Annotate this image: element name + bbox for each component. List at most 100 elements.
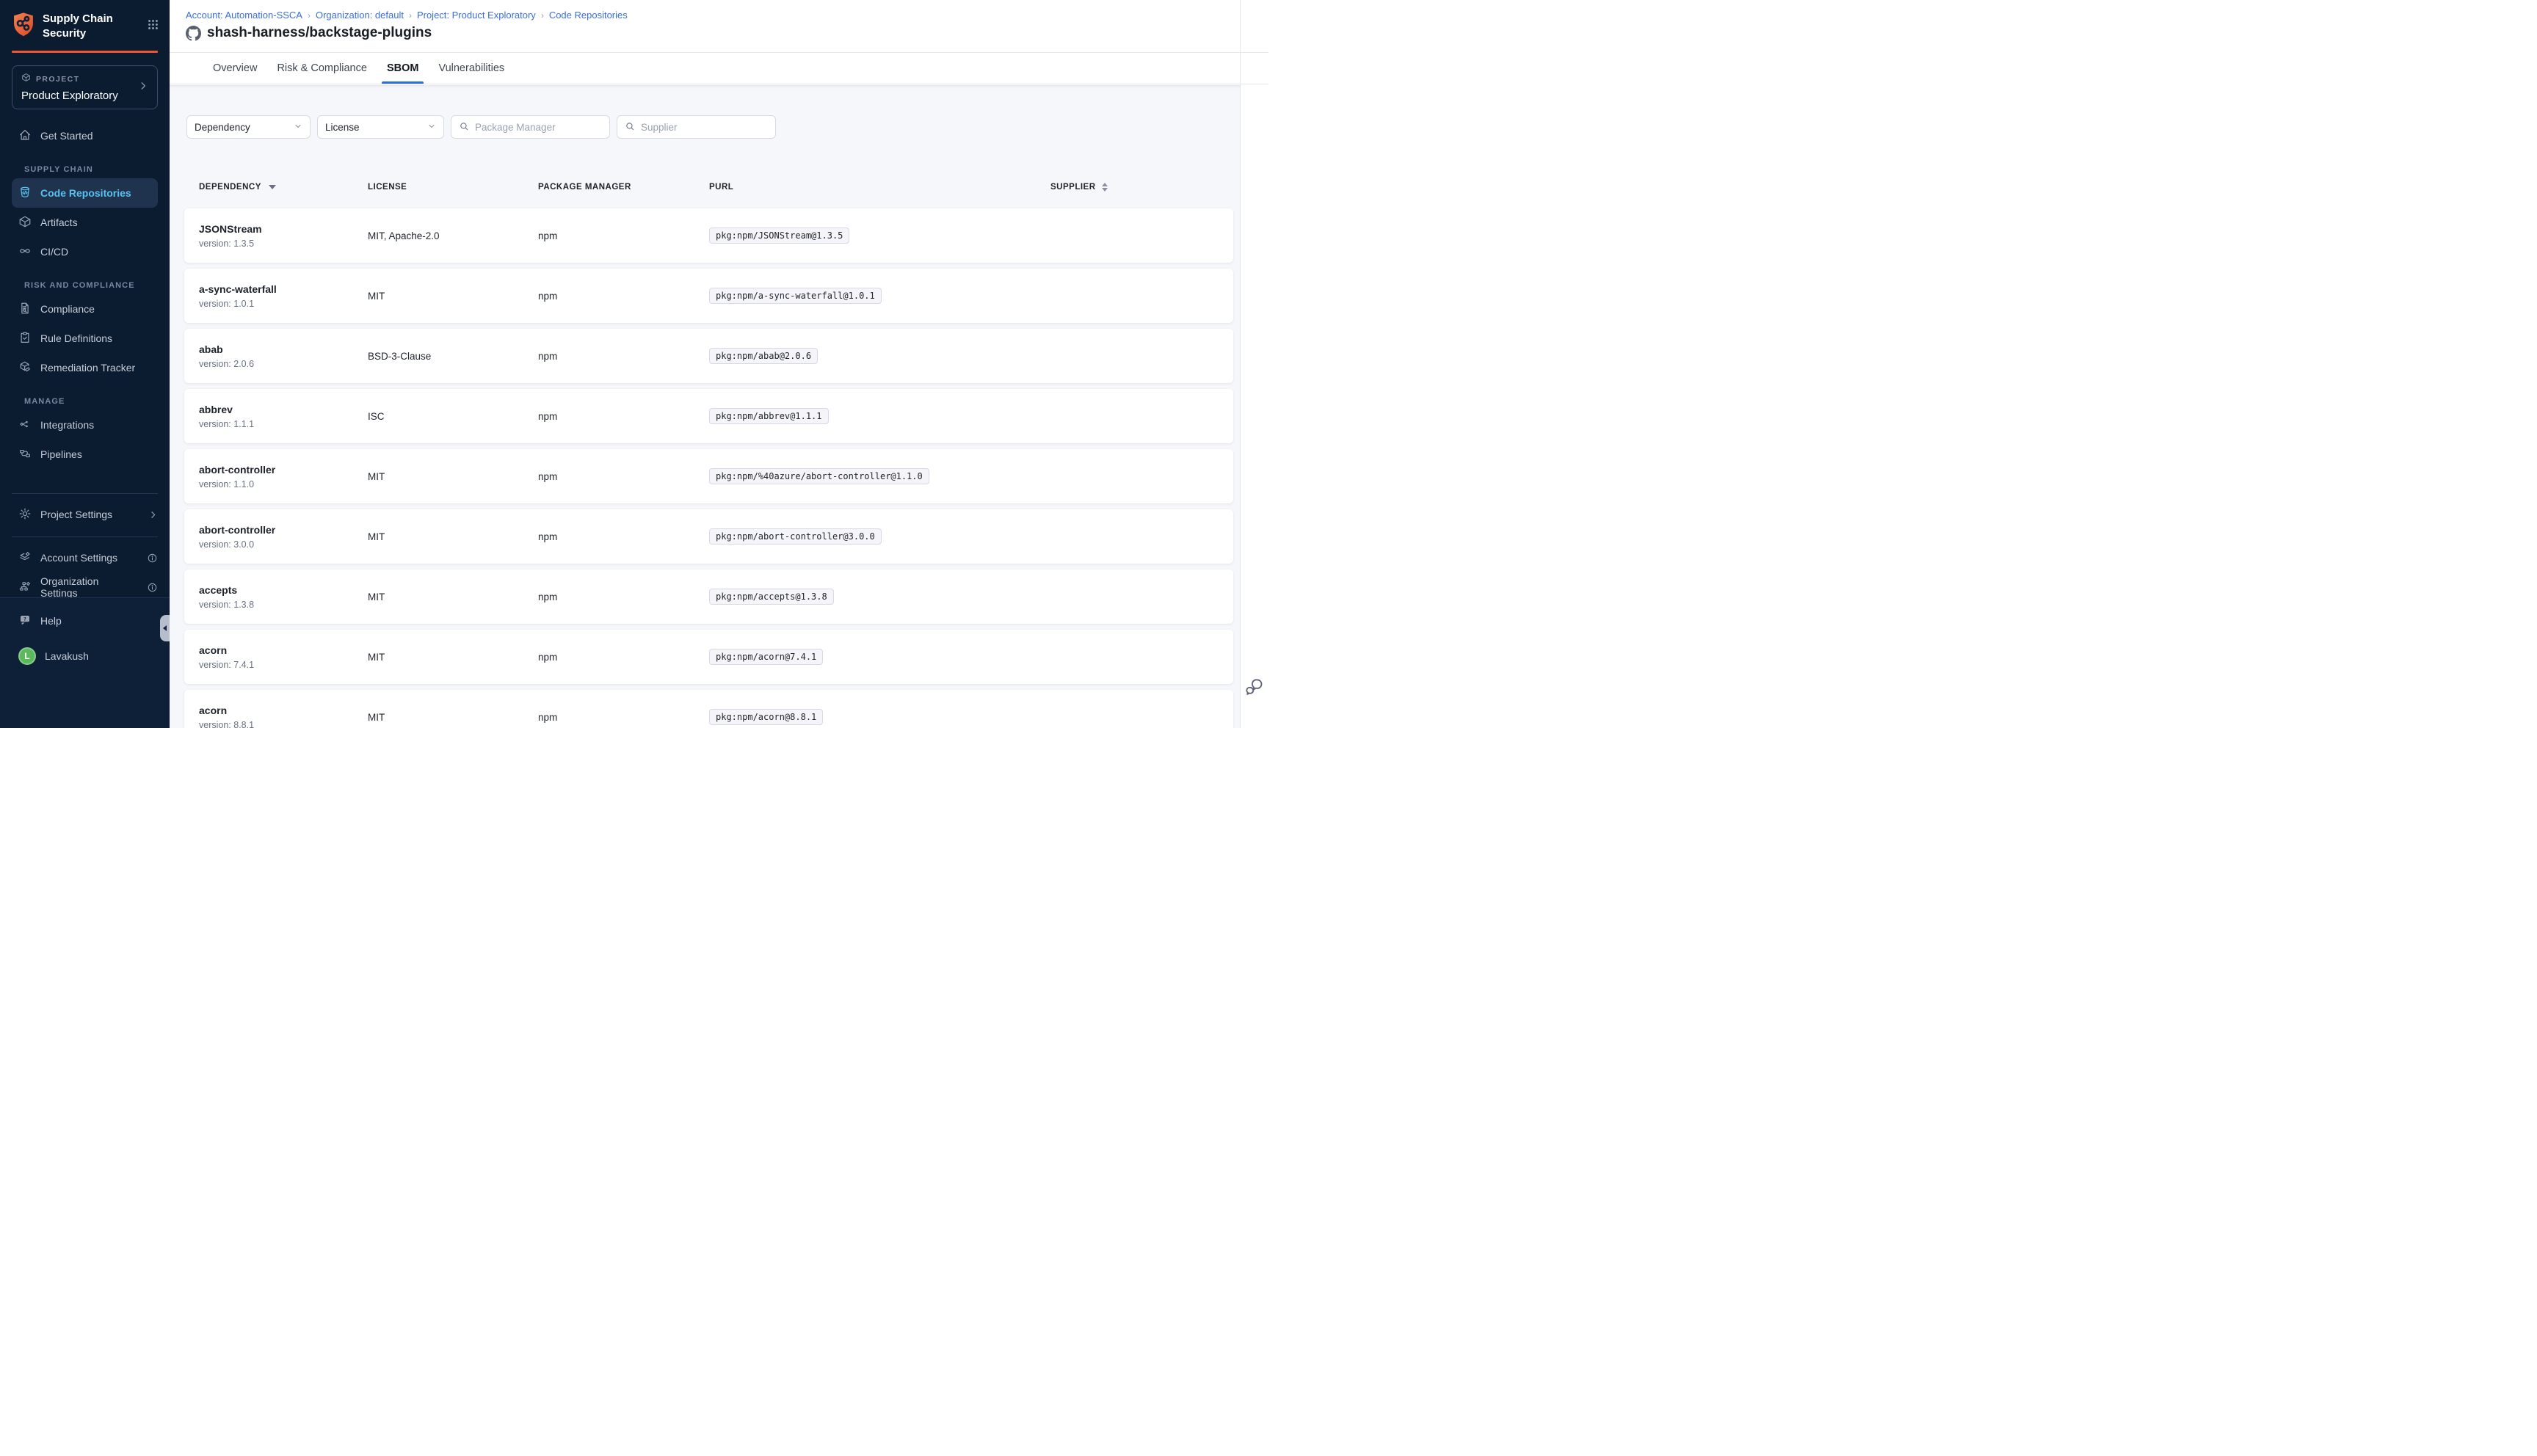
purl-cell: pkg:npm/abab@2.0.6 <box>709 329 818 383</box>
artifacts-cube-icon <box>18 215 32 230</box>
gear-icon <box>18 507 32 523</box>
purl-chip[interactable]: pkg:npm/a-sync-waterfall@1.0.1 <box>709 288 882 304</box>
help-chat-icon: ? <box>18 614 32 629</box>
sidebar-item-label: Remediation Tracker <box>40 362 135 374</box>
tab-risk-compliance[interactable]: Risk & Compliance <box>277 53 367 84</box>
package-manager-cell: npm <box>538 449 557 503</box>
chat-widget-icon[interactable] <box>1244 677 1263 700</box>
section-supply-chain: SUPPLY CHAIN <box>24 165 158 174</box>
table-rows: JSONStream version: 1.3.5 MIT, Apache-2.… <box>170 85 1241 728</box>
sidebar-nav: Get Started SUPPLY CHAIN Code Repositori… <box>0 121 170 602</box>
purl-chip[interactable]: pkg:npm/JSONStream@1.3.5 <box>709 228 849 244</box>
license-cell: ISC <box>368 389 385 443</box>
sidebar-item-integrations[interactable]: Integrations <box>0 410 170 440</box>
purl-cell: pkg:npm/abbrev@1.1.1 <box>709 389 829 443</box>
sidebar-item-label: Help <box>40 615 62 627</box>
sidebar-item-account-settings[interactable]: Account Settings <box>0 543 170 572</box>
dependency-version: version: 2.0.6 <box>199 359 254 369</box>
tab-bar: Overview Risk & Compliance SBOM Vulnerab… <box>170 53 1268 84</box>
sidebar-item-label: Compliance <box>40 303 95 315</box>
purl-cell: pkg:npm/%40azure/abort-controller@1.1.0 <box>709 449 929 503</box>
dependency-name: accepts <box>199 584 237 596</box>
sidebar-item-label: Project Settings <box>40 509 112 520</box>
sidebar-item-code-repositories[interactable]: Code Repositories <box>12 178 158 208</box>
purl-chip[interactable]: pkg:npm/abbrev@1.1.1 <box>709 408 829 424</box>
dependency-version: version: 1.0.1 <box>199 299 254 309</box>
dependency-cell: abbrev version: 1.1.1 <box>199 389 254 443</box>
infinity-icon <box>18 244 32 260</box>
sidebar-item-label: Code Repositories <box>40 187 131 199</box>
sidebar-item-artifacts[interactable]: Artifacts <box>0 208 170 237</box>
table-row[interactable]: acorn version: 7.4.1 MIT npm pkg:npm/aco… <box>184 630 1233 684</box>
table-row[interactable]: abbrev version: 1.1.1 ISC npm pkg:npm/ab… <box>184 389 1233 443</box>
sidebar-item-remediation-tracker[interactable]: Remediation Tracker <box>0 353 170 382</box>
dependency-name: abort-controller <box>199 524 275 536</box>
info-icon[interactable] <box>147 553 158 564</box>
user-name: Lavakush <box>45 650 89 662</box>
breadcrumb-project-link[interactable]: Project: Product Exploratory <box>417 10 536 21</box>
package-manager-cell: npm <box>538 509 557 564</box>
user-menu[interactable]: L Lavakush <box>0 641 170 671</box>
sidebar-item-label: Get Started <box>40 130 93 142</box>
dependency-cell: abort-controller version: 1.1.0 <box>199 449 275 503</box>
purl-chip[interactable]: pkg:npm/acorn@7.4.1 <box>709 649 823 665</box>
code-repository-icon <box>18 186 32 201</box>
divider <box>12 536 158 537</box>
package-manager-cell: npm <box>538 569 557 624</box>
dependency-cell: acorn version: 8.8.1 <box>199 690 254 728</box>
tab-overview[interactable]: Overview <box>213 53 257 84</box>
sidebar-item-compliance[interactable]: Compliance <box>0 294 170 324</box>
purl-chip[interactable]: pkg:npm/%40azure/abort-controller@1.1.0 <box>709 468 929 484</box>
breadcrumb-account-link[interactable]: Account: Automation-SSCA <box>186 10 302 21</box>
info-icon[interactable] <box>147 582 158 593</box>
package-manager-cell: npm <box>538 389 557 443</box>
breadcrumb-code-repositories-link[interactable]: Code Repositories <box>549 10 628 21</box>
sidebar-item-rule-definitions[interactable]: Rule Definitions <box>0 324 170 353</box>
breadcrumb-organization-link[interactable]: Organization: default <box>316 10 404 21</box>
sidebar-item-label: Integrations <box>40 419 94 431</box>
sidebar-item-label: Organization Settings <box>40 575 138 599</box>
dependency-name: abbrev <box>199 404 233 415</box>
license-cell: MIT <box>368 449 385 503</box>
dependency-cell: accepts version: 1.3.8 <box>199 569 254 624</box>
sidebar-item-help[interactable]: ? Help <box>0 606 170 636</box>
dependency-version: version: 8.8.1 <box>199 720 254 729</box>
purl-chip[interactable]: pkg:npm/abort-controller@3.0.0 <box>709 528 882 545</box>
module-grid-icon[interactable] <box>147 18 159 34</box>
sidebar-item-get-started[interactable]: Get Started <box>0 121 170 150</box>
pipelines-icon <box>18 447 32 462</box>
collapse-arrow-icon <box>163 625 167 631</box>
sidebar-item-label: Account Settings <box>40 552 117 564</box>
package-manager-cell: npm <box>538 329 557 383</box>
purl-chip[interactable]: pkg:npm/acorn@8.8.1 <box>709 709 823 725</box>
section-risk-compliance: RISK AND COMPLIANCE <box>24 281 158 290</box>
breadcrumb: Account: Automation-SSCA › Organization:… <box>186 10 1268 21</box>
sidebar-item-project-settings[interactable]: Project Settings <box>0 500 170 529</box>
page-header: Account: Automation-SSCA › Organization:… <box>170 0 1268 53</box>
sidebar-collapse-handle[interactable] <box>160 615 170 641</box>
purl-chip[interactable]: pkg:npm/abab@2.0.6 <box>709 348 818 364</box>
dependency-cell: abab version: 2.0.6 <box>199 329 254 383</box>
clipboard-check-icon <box>18 331 32 346</box>
tab-sbom[interactable]: SBOM <box>387 53 419 84</box>
table-row[interactable]: a-sync-waterfall version: 1.0.1 MIT npm … <box>184 269 1233 323</box>
dependency-version: version: 1.3.5 <box>199 239 254 249</box>
license-cell: MIT <box>368 509 385 564</box>
tab-vulnerabilities[interactable]: Vulnerabilities <box>438 53 504 84</box>
purl-chip[interactable]: pkg:npm/accepts@1.3.8 <box>709 589 834 605</box>
project-selector[interactable]: PROJECT Product Exploratory <box>12 65 158 109</box>
home-icon <box>18 128 32 144</box>
main-area: Account: Automation-SSCA › Organization:… <box>170 0 1268 728</box>
table-row[interactable]: accepts version: 1.3.8 MIT npm pkg:npm/a… <box>184 569 1233 624</box>
sidebar-item-cicd[interactable]: CI/CD <box>0 237 170 266</box>
table-row[interactable]: abort-controller version: 3.0.0 MIT npm … <box>184 509 1233 564</box>
table-row[interactable]: acorn version: 8.8.1 MIT npm pkg:npm/aco… <box>184 690 1233 728</box>
table-row[interactable]: abort-controller version: 1.1.0 MIT npm … <box>184 449 1233 503</box>
table-row[interactable]: abab version: 2.0.6 BSD-3-Clause npm pkg… <box>184 329 1233 383</box>
app-window: Supply Chain Security PROJECT <box>0 0 1268 728</box>
table-row[interactable]: JSONStream version: 1.3.5 MIT, Apache-2.… <box>184 208 1233 263</box>
sidebar-item-pipelines[interactable]: Pipelines <box>0 440 170 469</box>
layers-gear-icon <box>18 550 32 566</box>
dependency-name: acorn <box>199 644 227 656</box>
dependency-name: abab <box>199 343 223 355</box>
